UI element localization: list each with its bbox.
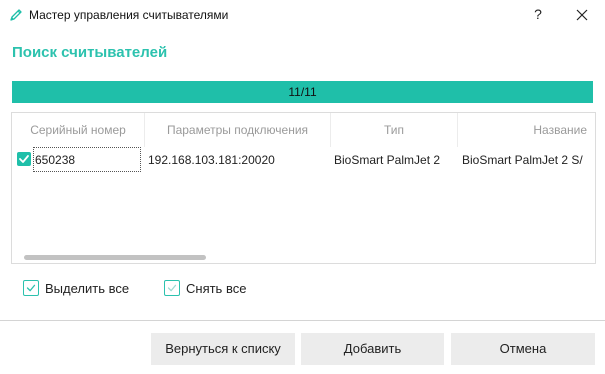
column-header-name[interactable]: Название	[458, 113, 595, 147]
serial-cell[interactable]: 650238	[33, 147, 141, 172]
window-title: Мастер управления считывателями	[29, 8, 229, 22]
section-title: Поиск считывателей	[12, 44, 168, 61]
name-cell: BioSmart PalmJet 2 S/	[462, 153, 583, 167]
close-icon[interactable]	[574, 7, 590, 23]
title-bar: Мастер управления считывателями ?	[0, 0, 605, 32]
footer-divider	[0, 320, 605, 321]
connection-cell: 192.168.103.181:20020	[148, 153, 275, 167]
readers-table: Серийный номер Параметры подключения Тип…	[11, 112, 596, 264]
deselect-all-label: Снять все	[186, 281, 247, 296]
help-button[interactable]: ?	[530, 6, 546, 22]
select-all-label: Выделить все	[45, 281, 130, 296]
horizontal-scrollbar[interactable]	[24, 255, 206, 260]
checkbox-icon	[164, 280, 180, 296]
progress-text: 11/11	[288, 85, 317, 99]
table-row[interactable]: 650238 192.168.103.181:20020 BioSmart Pa…	[12, 147, 595, 173]
column-header-serial[interactable]: Серийный номер	[12, 113, 145, 147]
row-checkbox[interactable]	[17, 152, 31, 166]
table-header: Серийный номер Параметры подключения Тип…	[12, 113, 595, 147]
column-header-type[interactable]: Тип	[331, 113, 458, 147]
pencil-icon	[10, 9, 22, 21]
checkbox-icon	[23, 280, 39, 296]
select-all-checkbox[interactable]: Выделить все	[23, 279, 143, 299]
add-button[interactable]: Добавить	[301, 333, 444, 365]
search-progress-bar: 11/11	[12, 81, 593, 103]
back-to-list-button[interactable]: Вернуться к списку	[151, 333, 295, 365]
type-cell: BioSmart PalmJet 2	[334, 153, 441, 167]
cancel-button[interactable]: Отмена	[451, 333, 595, 365]
deselect-all-checkbox[interactable]: Снять все	[164, 279, 264, 299]
column-header-connection[interactable]: Параметры подключения	[145, 113, 331, 147]
